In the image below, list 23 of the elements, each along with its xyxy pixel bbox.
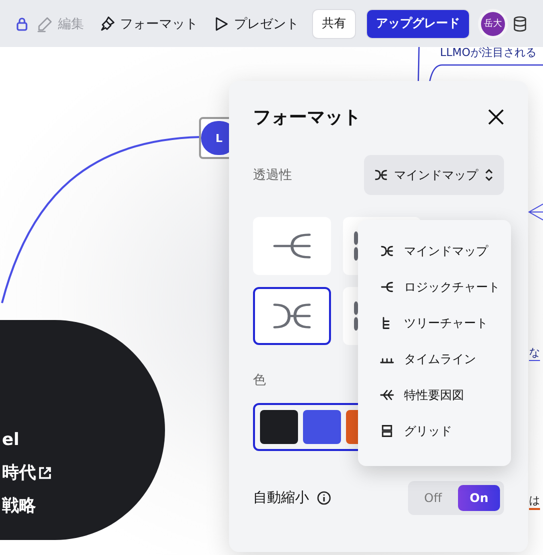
root-node-text: el [2, 432, 20, 449]
root-node-text: 戦略 [2, 498, 36, 515]
toggle-option[interactable]: On [458, 485, 500, 511]
present-button[interactable]: プレゼント [212, 14, 299, 32]
node-label: LLMOが注目される [440, 45, 536, 60]
root-node-text: 時代 [2, 465, 36, 482]
field-label: 透過性 [253, 167, 292, 184]
user-avatar[interactable]: 岳大 [481, 12, 505, 36]
menu-item[interactable]: マインドマップ [380, 241, 511, 261]
style-select[interactable]: マインドマップ [364, 155, 504, 195]
toggle-option[interactable]: Off [412, 485, 454, 511]
menu-item[interactable]: タイムライン [380, 349, 511, 369]
node-label: な [529, 345, 540, 361]
menu-item[interactable]: ロジックチャート [380, 277, 511, 297]
field-label: 色 [253, 372, 267, 389]
format-button[interactable]: フォーマット [98, 14, 198, 32]
share-button[interactable]: 共有 [313, 10, 355, 38]
upgrade-button[interactable]: アップグレード [367, 10, 469, 38]
menu-item[interactable]: ツリーチャート [380, 313, 511, 333]
menu-item[interactable]: グリッド [380, 421, 511, 441]
menu-item[interactable]: 特性要因図 [380, 385, 511, 405]
panel-title: フォーマット [253, 106, 361, 129]
field-label: 自動縮小 [253, 489, 309, 507]
